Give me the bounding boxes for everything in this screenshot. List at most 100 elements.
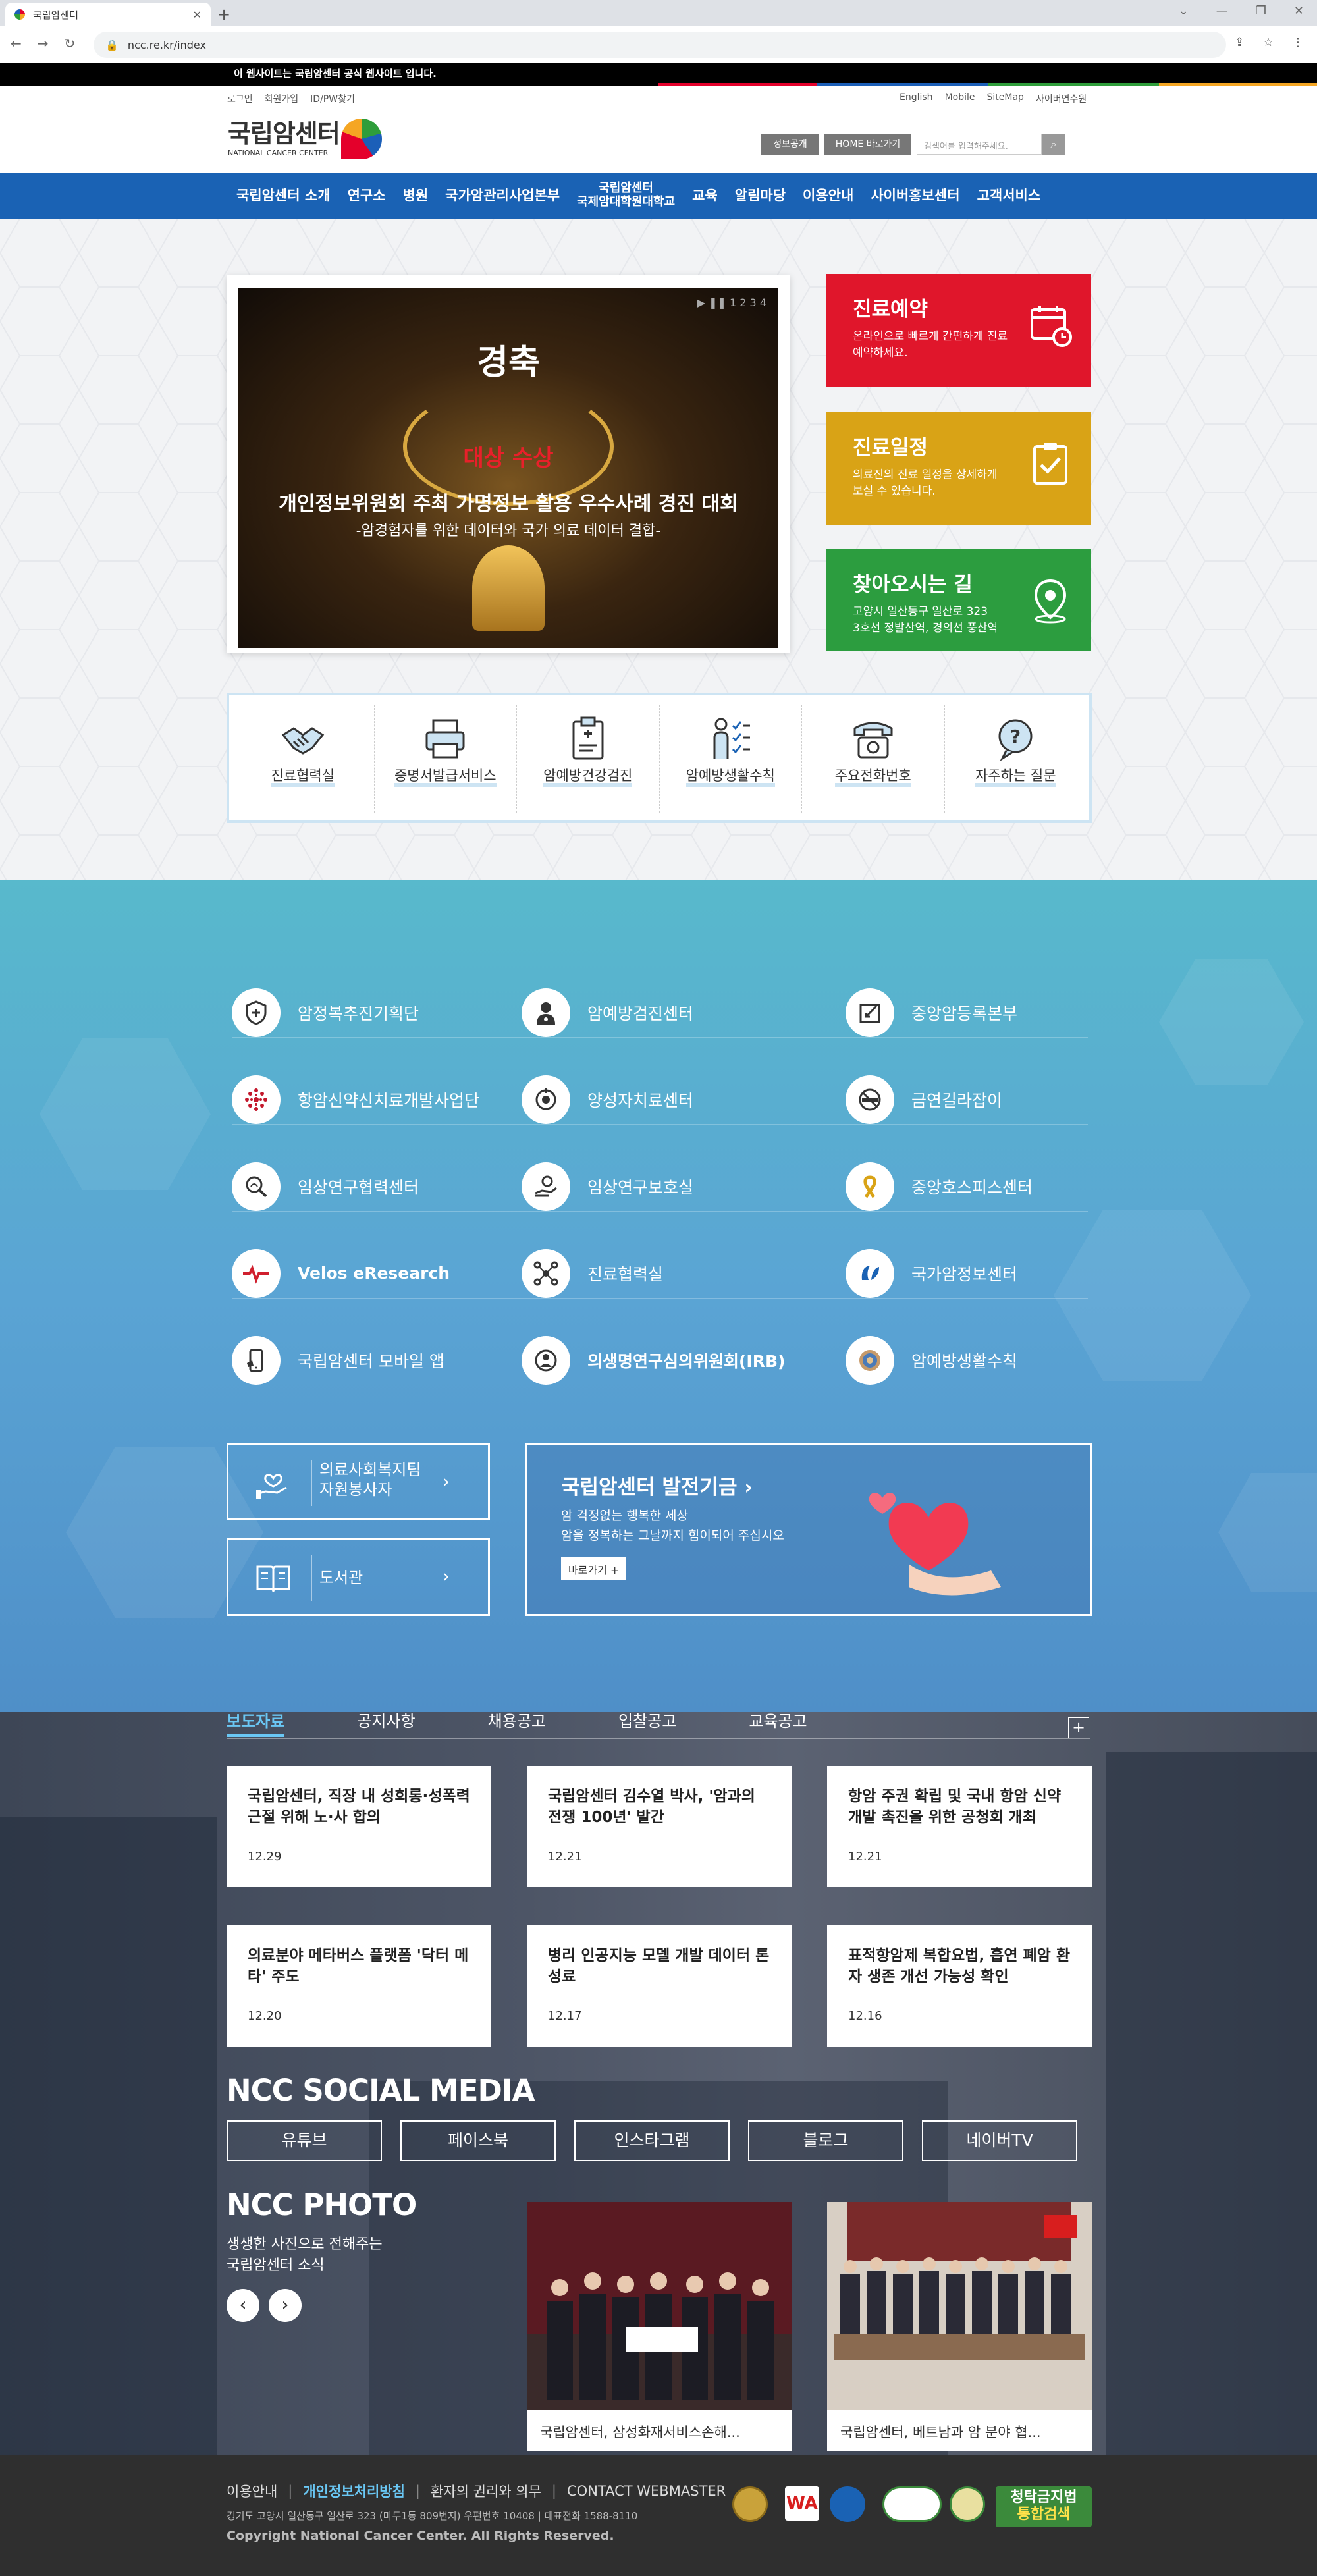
tag-line: 청탁금지법 — [1010, 2489, 1077, 2506]
center-proton[interactable]: 양성자치료센터 — [522, 1075, 846, 1125]
slide-pager[interactable]: ▶ ❚❚ 1 2 3 4 — [697, 296, 766, 309]
center-irb[interactable]: 의생명연구심의위원회(IRB) — [522, 1335, 846, 1385]
service-phone[interactable]: 주요전화번호 — [802, 705, 945, 813]
center-clinical-cooperation[interactable]: 임상연구협력센터 — [232, 1162, 522, 1212]
privacy-policy-link[interactable]: 개인정보처리방침 — [303, 2481, 405, 2501]
blog-button[interactable]: 블로그 — [748, 2120, 903, 2161]
separator: | — [551, 2483, 556, 2499]
instagram-button[interactable]: 인스타그램 — [574, 2120, 730, 2161]
center-cancer-info[interactable]: 국가암정보센터 — [846, 1248, 1088, 1299]
gnb-graduate-school[interactable]: 국립암센터 국제암대학원대학교 — [568, 181, 684, 209]
volunteer-link[interactable]: 의료사회복지팀 자원봉사자 › — [227, 1443, 490, 1520]
center-screening[interactable]: 암예방검진센터 — [522, 988, 846, 1038]
english-link[interactable]: English — [900, 92, 933, 105]
bookmark-star-icon[interactable]: ☆ — [1263, 36, 1274, 49]
search-input[interactable]: 검색어를 입력해주세요. — [917, 134, 1042, 155]
find-id-link[interactable]: ID/PW찾기 — [310, 92, 355, 105]
reservation-card[interactable]: 진료예약 온라인으로 빠르게 간편하게 진료 예약하세요. — [826, 274, 1091, 387]
login-link[interactable]: 로그인 — [227, 92, 253, 105]
fund-go-button[interactable]: 바로가기 + — [561, 1557, 627, 1580]
site-logo[interactable]: 국립암센터 NATIONAL CANCER CENTER — [228, 119, 382, 159]
patient-rights-link[interactable]: 환자의 권리와 의무 — [431, 2481, 541, 2501]
center-quit-smoking[interactable]: 금연길라잡이 — [846, 1075, 1088, 1125]
tab-recruitment[interactable]: 채용공고 — [488, 1708, 546, 1737]
main-slide[interactable]: ▶ ❚❚ 1 2 3 4 경축 대상 수상 개인정보위원회 주최 가명정보 활용… — [238, 288, 778, 648]
back-icon[interactable]: ← — [11, 36, 22, 51]
fund-banner[interactable]: 국립암센터 발전기금 › 암 걱정없는 행복한 세상 암을 정복하는 그날까지 … — [525, 1443, 1092, 1616]
center-cooperation-office[interactable]: 진료협력실 — [522, 1248, 846, 1299]
gnb-national-cancer-control[interactable]: 국가암관리사업본부 — [437, 188, 568, 203]
card-desc: 의료진의 진료 일정을 상세하게 보실 수 있습니다. — [853, 468, 998, 498]
gnb-guide[interactable]: 이용안내 — [794, 188, 862, 203]
tab-education[interactable]: 교육공고 — [749, 1708, 807, 1737]
service-checkup[interactable]: 암예방건강검진 — [517, 705, 660, 813]
news-card[interactable]: 국립암센터 김수열 박사, '암과의 전쟁 100년' 발간 12.21 — [527, 1766, 792, 1887]
sitemap-link[interactable]: SiteMap — [987, 92, 1024, 105]
share-icon[interactable]: ⇪ — [1235, 36, 1245, 49]
clean-mark-icon[interactable] — [830, 2486, 865, 2522]
photo-card[interactable]: 국립암센터, 삼성화재서비스손해... — [527, 2202, 792, 2451]
cyber-academy-link[interactable]: 사이버연수원 — [1036, 92, 1087, 105]
new-tab-icon[interactable]: + — [217, 5, 230, 24]
center-mobile-app[interactable]: 국립암센터 모바일 앱 — [232, 1335, 522, 1385]
gnb-customer-service[interactable]: 고객서비스 — [969, 188, 1050, 203]
news-card[interactable]: 표적항암제 복합요법, 흡연 폐암 환자 생존 개선 가능성 확인 12.16 — [827, 1925, 1092, 2047]
info-disclosure-button[interactable]: 정보공개 — [761, 134, 819, 155]
service-prevention[interactable]: 암예방생활수칙 — [660, 705, 802, 813]
tab-bidding[interactable]: 입찰공고 — [618, 1708, 676, 1737]
center-anticancer-drug[interactable]: 항암신약신치료개발사업단 — [232, 1075, 522, 1125]
next-arrow-icon[interactable]: › — [269, 2289, 302, 2322]
center-cancer-conquest[interactable]: 암정복추진기획단 — [232, 988, 522, 1038]
library-link[interactable]: 도서관 › — [227, 1538, 490, 1616]
close-tab-icon[interactable]: ✕ — [193, 9, 202, 21]
directions-card[interactable]: 찾아오시는 길 고양시 일산동구 일산로 323 3호선 정발산역, 경의선 풍… — [826, 549, 1091, 651]
certification-seal-icon[interactable] — [950, 2486, 985, 2522]
home-shortcut-button[interactable]: HOME 바로가기 — [824, 134, 911, 155]
tab-press[interactable]: 보도자료 — [227, 1708, 285, 1737]
browser-tab[interactable]: 국립암센터 ✕ — [5, 3, 211, 26]
tab-notices[interactable]: 공지사항 — [357, 1708, 415, 1737]
more-plus-icon[interactable]: + — [1068, 1717, 1089, 1738]
service-cooperation[interactable]: 진료협력실 — [232, 705, 375, 813]
service-certificate[interactable]: 증명서발급서비스 — [375, 705, 517, 813]
news-card[interactable]: 항암 주권 확립 및 국내 항암 신약 개발 촉진을 위한 공청회 개최 12.2… — [827, 1766, 1092, 1887]
news-card[interactable]: 국립암센터, 직장 내 성희롱·성폭력 근절 위해 노·사 합의 12.29 — [227, 1766, 491, 1887]
web-accessibility-icon[interactable] — [882, 2486, 942, 2522]
photo-card[interactable]: 국립암센터, 베트남과 암 분야 협... — [827, 2202, 1092, 2451]
facebook-button[interactable]: 페이스북 — [400, 2120, 556, 2161]
gnb-education[interactable]: 교육 — [684, 188, 726, 203]
center-clinical-protection[interactable]: 임상연구보호실 — [522, 1162, 846, 1212]
center-velos[interactable]: Velos eResearch — [232, 1248, 522, 1299]
schedule-card[interactable]: 진료일정 의료진의 진료 일정을 상세하게 보실 수 있습니다. — [826, 412, 1091, 525]
restore-icon[interactable]: ❐ — [1256, 4, 1266, 18]
wa-mark-icon[interactable]: WA — [785, 2486, 819, 2521]
center-prevention-rules[interactable]: 암예방생활수칙 — [846, 1335, 1088, 1385]
reload-icon[interactable]: ↻ — [65, 36, 76, 51]
menu-icon[interactable]: ⋮ — [1292, 36, 1304, 49]
gnb-news[interactable]: 알림마당 — [726, 188, 794, 203]
mobile-link[interactable]: Mobile — [945, 92, 975, 105]
contact-webmaster-link[interactable]: CONTACT WEBMASTER — [567, 2483, 726, 2499]
footer-guide-link[interactable]: 이용안내 — [227, 2481, 277, 2501]
dropdown-icon[interactable]: ⌄ — [1179, 4, 1189, 18]
search-icon[interactable]: ⌕ — [1042, 134, 1065, 155]
news-card[interactable]: 병리 인공지능 모델 개발 데이터 톤 성료 12.17 — [527, 1925, 792, 2047]
gnb-cyber-pr[interactable]: 사이버홍보센터 — [862, 188, 968, 203]
award-badge-icon[interactable] — [732, 2486, 768, 2522]
naver-tv-button[interactable]: 네이버TV — [922, 2120, 1077, 2161]
service-faq[interactable]: ? 자주하는 질문 — [945, 705, 1087, 813]
minimize-icon[interactable]: — — [1216, 4, 1228, 18]
anti-graft-search-button[interactable]: 청탁금지법 통합검색 — [996, 2486, 1092, 2527]
gnb-about[interactable]: 국립암센터 소개 — [228, 188, 339, 203]
youtube-button[interactable]: 유튜브 — [227, 2120, 382, 2161]
forward-icon[interactable]: → — [38, 36, 49, 51]
news-card[interactable]: 의료분야 메타버스 플랫폼 '닥터 메타' 주도 12.20 — [227, 1925, 491, 2047]
prev-arrow-icon[interactable]: ‹ — [227, 2289, 259, 2322]
gnb-hospital[interactable]: 병원 — [394, 188, 437, 203]
gnb-research[interactable]: 연구소 — [339, 188, 394, 203]
center-registry[interactable]: 중앙암등록본부 — [846, 988, 1088, 1038]
center-hospice[interactable]: 중앙호스피스센터 — [846, 1162, 1088, 1212]
address-bar[interactable]: 🔒 ncc.re.kr/index — [94, 32, 1226, 58]
close-window-icon[interactable]: ✕ — [1294, 4, 1304, 18]
signup-link[interactable]: 회원가입 — [265, 92, 299, 105]
